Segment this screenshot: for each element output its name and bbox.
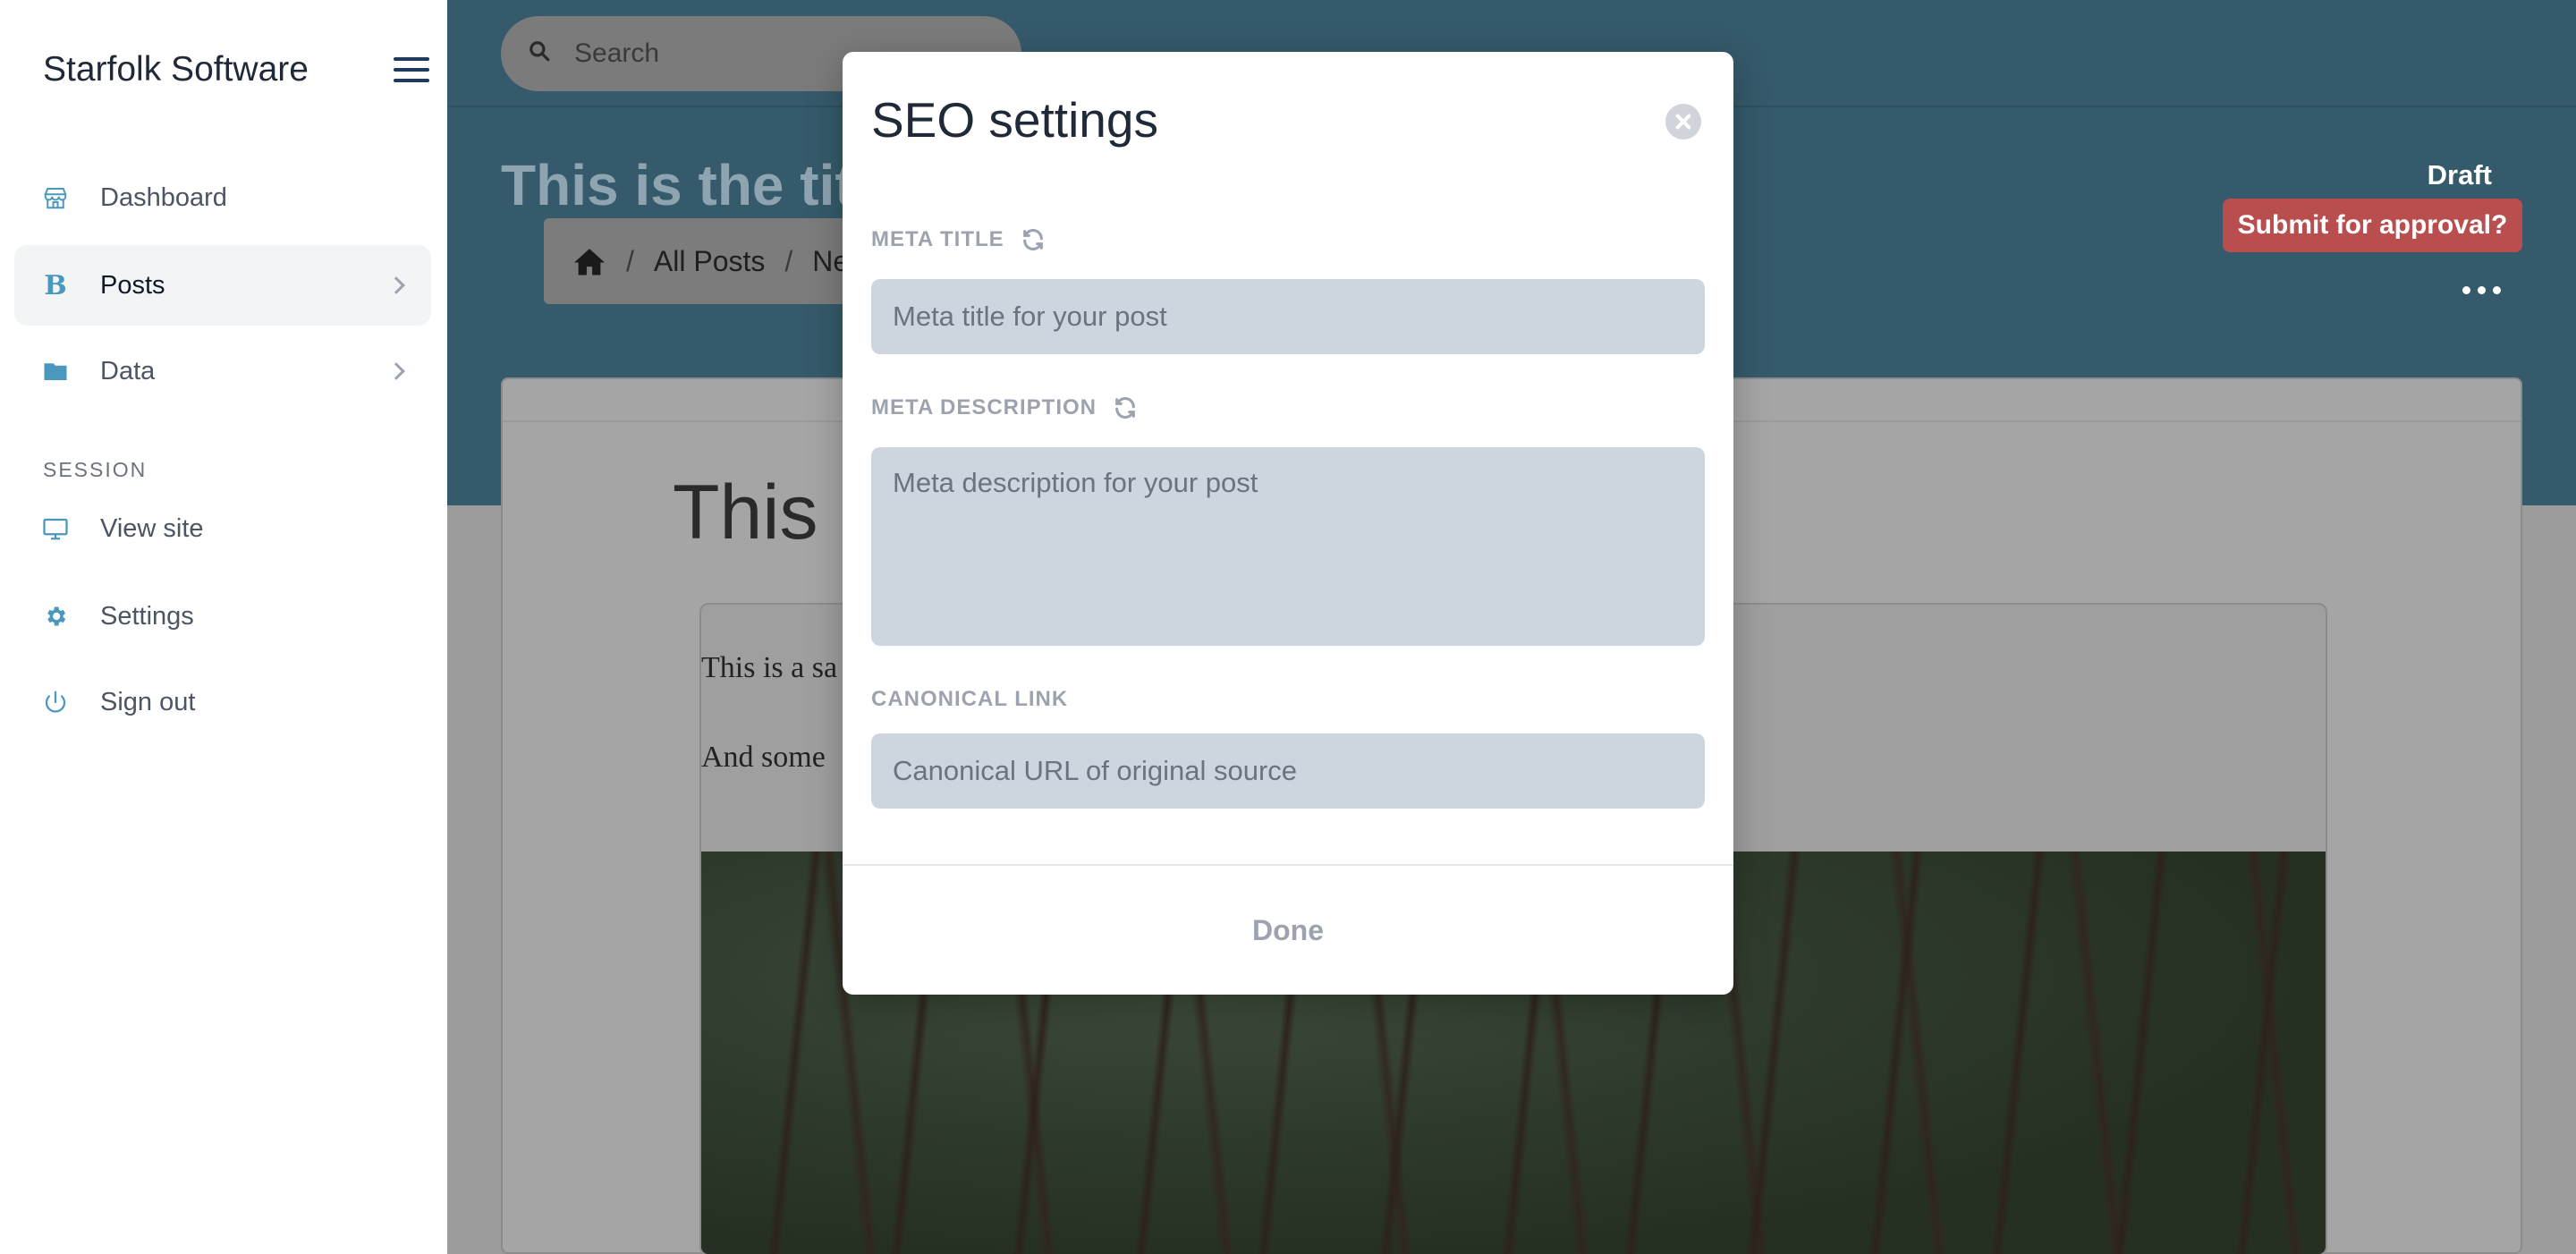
home-icon[interactable] bbox=[572, 246, 606, 276]
sidebar-item-sign-out[interactable]: Sign out bbox=[14, 662, 431, 742]
folder-icon bbox=[41, 357, 70, 386]
meta-description-label: META DESCRIPTION bbox=[871, 395, 1138, 420]
sidebar-item-settings[interactable]: Settings bbox=[14, 576, 431, 657]
menu-toggle-icon[interactable] bbox=[394, 57, 429, 82]
canonical-url-input[interactable] bbox=[871, 733, 1705, 809]
meta-title-label-text: META TITLE bbox=[871, 227, 1004, 251]
sidebar-item-label: Settings bbox=[100, 601, 194, 631]
post-paragraph: And some bbox=[701, 741, 826, 774]
sidebar-item-label: View site bbox=[100, 513, 204, 543]
breadcrumb-separator: / bbox=[626, 244, 634, 277]
sidebar-item-dashboard[interactable]: Dashboard bbox=[14, 157, 431, 238]
meta-title-input[interactable] bbox=[871, 279, 1705, 354]
post-paragraph: This is a sa bbox=[701, 651, 838, 684]
brand-name: Starfolk Software bbox=[43, 50, 309, 89]
submit-for-approval-button[interactable]: Submit for approval? bbox=[2223, 199, 2522, 252]
breadcrumb-all-posts[interactable]: All Posts bbox=[654, 245, 765, 278]
sidebar-item-label: Posts bbox=[100, 270, 165, 300]
search-icon bbox=[530, 41, 550, 62]
canonical-link-label: CANONICAL LINK bbox=[871, 687, 1068, 712]
breadcrumb-separator: / bbox=[784, 244, 793, 277]
more-options-icon[interactable] bbox=[2462, 286, 2501, 294]
canonical-link-label-text: CANONICAL LINK bbox=[871, 687, 1069, 711]
refresh-icon[interactable] bbox=[1113, 395, 1138, 420]
sidebar-item-label: Data bbox=[100, 356, 156, 386]
sidebar-item-label: Dashboard bbox=[100, 182, 227, 212]
gear-icon bbox=[41, 602, 70, 631]
page-title: This is the title bbox=[501, 153, 902, 217]
post-title[interactable]: This i bbox=[673, 469, 856, 557]
close-icon[interactable] bbox=[1665, 104, 1701, 140]
sidebar: Starfolk Software Dashboard B Posts Data… bbox=[0, 0, 447, 1254]
modal-title: SEO settings bbox=[871, 92, 1158, 148]
done-button[interactable]: Done bbox=[843, 866, 1733, 995]
chevron-right-icon bbox=[387, 276, 405, 294]
sidebar-item-label: Sign out bbox=[100, 687, 196, 716]
sidebar-item-view-site[interactable]: View site bbox=[14, 488, 431, 569]
meta-description-input[interactable] bbox=[871, 447, 1705, 646]
sidebar-item-data[interactable]: Data bbox=[14, 331, 431, 411]
search-placeholder: Search bbox=[574, 38, 660, 68]
meta-title-label: META TITLE bbox=[871, 227, 1046, 252]
meta-description-label-text: META DESCRIPTION bbox=[871, 395, 1097, 419]
blog-b-icon: B bbox=[44, 269, 67, 301]
power-icon bbox=[41, 688, 70, 716]
store-icon bbox=[41, 183, 70, 212]
seo-settings-modal: SEO settings META TITLE META DESCRIPTION… bbox=[843, 52, 1733, 995]
monitor-icon bbox=[41, 514, 70, 543]
status-badge: Draft bbox=[2427, 159, 2492, 191]
sidebar-item-posts[interactable]: B Posts bbox=[14, 245, 431, 326]
refresh-icon[interactable] bbox=[1021, 227, 1046, 252]
section-heading-session: SESSION bbox=[43, 458, 148, 481]
chevron-right-icon bbox=[387, 362, 405, 380]
